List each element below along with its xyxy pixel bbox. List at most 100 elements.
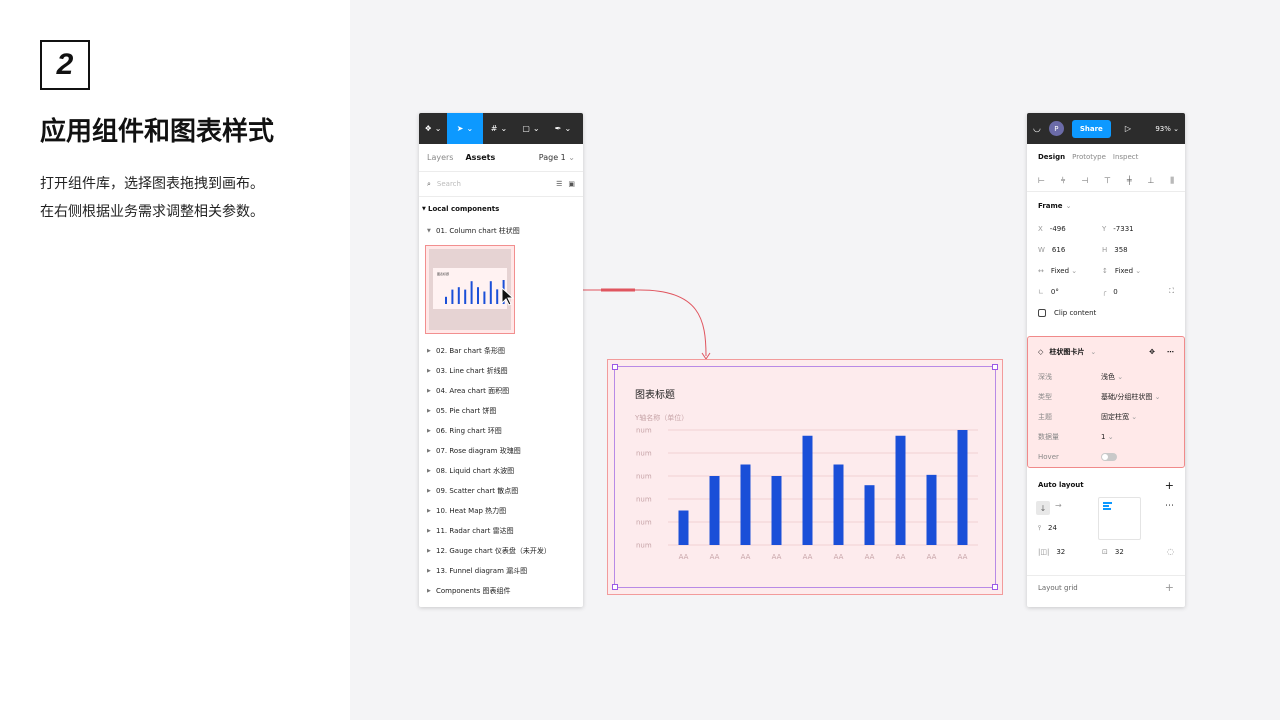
variant-property-row[interactable]: 主题 固定柱宽 ⌄ (1028, 407, 1184, 427)
frame-tool-button[interactable]: # ⌄ (483, 113, 515, 144)
align-center-v-icon[interactable]: ╪ (1127, 176, 1132, 185)
radius-field[interactable]: 0 (1113, 288, 1117, 296)
caret-right-icon: ▶ (427, 488, 431, 494)
spacing-field[interactable]: 24 (1048, 524, 1057, 533)
add-icon[interactable]: + (1165, 479, 1174, 492)
width-mode-select[interactable]: Fixed ⌄ (1051, 267, 1077, 275)
vertical-padding-control[interactable]: ⊡ 32 (1102, 548, 1124, 556)
component-group-item[interactable]: ▶ 02. Bar chart 条形图 (427, 341, 583, 361)
component-group-item[interactable]: ▶ Components 图表组件 (427, 581, 583, 601)
thumbnail-bar (457, 287, 460, 304)
page-selector[interactable]: Page 1 ⌄ (539, 153, 575, 162)
variant-property-row[interactable]: 数据量 1 ⌄ (1028, 427, 1184, 447)
height-mode-select[interactable]: Fixed ⌄ (1115, 267, 1141, 275)
variant-property-row[interactable]: 深浅 浅色 ⌄ (1028, 367, 1184, 387)
variant-property-key: Hover (1038, 453, 1059, 461)
shape-tool-button[interactable]: ▢ ⌄ (515, 113, 547, 144)
share-button[interactable]: Share (1071, 119, 1111, 138)
search-input[interactable]: Search (437, 180, 461, 188)
align-right-icon[interactable]: ⊣ (1081, 176, 1088, 185)
chart-bar (709, 476, 720, 545)
component-group-item[interactable]: ▶ 09. Scatter chart 散点图 (427, 481, 583, 501)
resize-handle-bottom-left[interactable] (612, 584, 618, 590)
tab-layers[interactable]: Layers (427, 153, 453, 162)
expand-corners-icon[interactable]: ⛶ (1169, 287, 1174, 296)
go-to-main-component-icon[interactable]: ✥ (1149, 348, 1155, 356)
more-options-icon[interactable]: ⋯ (1165, 501, 1174, 511)
component-group-item[interactable]: ▶ 12. Gauge chart 仪表盘（未开发） (427, 541, 583, 561)
hover-toggle[interactable] (1101, 453, 1117, 461)
more-options-icon[interactable]: ⋯ (1167, 348, 1174, 356)
column-chart-card-frame[interactable]: 图表标题 Y轴名称（单位） num num num num num num AA AA AA AA… (607, 359, 1003, 595)
component-group-item[interactable]: ▶ 03. Line chart 折线图 (427, 361, 583, 381)
resize-handle-top-left[interactable] (612, 364, 618, 370)
local-components-header[interactable]: ▼ Local components (419, 197, 583, 221)
asset-search[interactable]: ⌕ Search ☰ ▣ (419, 172, 583, 197)
add-icon[interactable]: + (1165, 581, 1174, 594)
component-group-item[interactable]: ▶ 08. Liquid chart 水波图 (427, 461, 583, 481)
component-group-label: Components 图表组件 (436, 587, 511, 595)
headphones-icon[interactable]: ◡ (1033, 124, 1041, 134)
list-view-icon[interactable]: ☰ (556, 180, 562, 188)
variant-property-row[interactable]: 类型 基础/分组柱状图 ⌄ (1028, 387, 1184, 407)
variant-property-select[interactable]: 1 ⌄ (1101, 433, 1114, 441)
component-group-item[interactable]: ▶ 13. Funnel diagram 漏斗图 (427, 561, 583, 581)
variant-property-select[interactable]: 固定柱宽 ⌄ (1101, 412, 1137, 422)
tab-inspect[interactable]: Inspect (1113, 153, 1139, 161)
independent-padding-icon[interactable]: ◌ (1167, 547, 1174, 556)
figma-menu-button[interactable]: ❖ ⌄ (419, 113, 447, 144)
chevron-down-icon: ⌄ (1105, 433, 1114, 441)
tab-design[interactable]: Design (1038, 153, 1065, 161)
vertical-direction-icon[interactable]: ↓ (1036, 501, 1050, 515)
w-label: W (1038, 245, 1045, 254)
component-group-column-chart[interactable]: ▼ 01. Column chart 柱状图 (419, 221, 583, 241)
component-group-item[interactable]: ▶ 05. Pie chart 饼图 (427, 401, 583, 421)
resize-handle-top-right[interactable] (992, 364, 998, 370)
horizontal-padding-field[interactable]: 32 (1056, 548, 1065, 556)
component-group-item[interactable]: ▶ 11. Radar chart 雷达图 (427, 521, 583, 541)
component-group-item[interactable]: ▶ 10. Heat Map 热力图 (427, 501, 583, 521)
align-center-h-icon[interactable]: ⫩ (1061, 176, 1066, 186)
play-icon[interactable]: ▷ (1125, 124, 1131, 133)
caret-right-icon: ▶ (427, 388, 431, 394)
frame-section-title[interactable]: Frame ⌄ (1027, 194, 1185, 218)
horizontal-padding-control[interactable]: |◫| 32 (1038, 548, 1065, 556)
tab-prototype[interactable]: Prototype (1072, 153, 1106, 161)
align-top-icon[interactable]: ⊤ (1104, 176, 1111, 185)
vertical-padding-field[interactable]: 32 (1115, 548, 1124, 556)
avatar[interactable]: P (1048, 121, 1064, 136)
component-group-label: 08. Liquid chart 水波图 (436, 467, 515, 475)
component-group-label: 13. Funnel diagram 漏斗图 (436, 567, 528, 575)
library-icon[interactable]: ▣ (568, 180, 575, 188)
align-left-icon[interactable]: ⊢ (1038, 176, 1045, 185)
caret-right-icon: ▶ (427, 568, 431, 574)
variant-property-select[interactable]: 基础/分组柱状图 ⌄ (1101, 392, 1160, 402)
component-group-label: 05. Pie chart 饼图 (436, 407, 497, 415)
layout-grid-section: Layout grid + (1027, 575, 1185, 599)
tab-assets[interactable]: Assets (465, 153, 495, 162)
distribute-icon[interactable]: ⫼ (1170, 176, 1174, 186)
horizontal-direction-icon[interactable]: → (1055, 501, 1062, 510)
move-tool-button[interactable]: ➤ ⌄ (447, 113, 483, 144)
zoom-selector[interactable]: 93% ⌄ (1155, 125, 1179, 133)
clip-content-row[interactable]: Clip content (1027, 302, 1185, 323)
component-group-item[interactable]: ▶ 04. Area chart 面积图 (427, 381, 583, 401)
width-field[interactable]: 616 (1052, 246, 1065, 254)
component-group-label: 06. Ring chart 环图 (436, 427, 502, 435)
component-group-item[interactable]: ▶ 06. Ring chart 环图 (427, 421, 583, 441)
clip-content-checkbox[interactable] (1038, 308, 1046, 317)
spacing-control[interactable]: ⫯ 24 (1038, 524, 1057, 533)
height-field[interactable]: 358 (1114, 246, 1127, 254)
x-field[interactable]: -496 (1050, 225, 1066, 233)
variant-property-select[interactable]: 浅色 ⌄ (1101, 372, 1123, 382)
resize-handle-bottom-right[interactable] (992, 584, 998, 590)
component-group-item[interactable]: ▶ 07. Rose diagram 玫瑰图 (427, 441, 583, 461)
align-bottom-icon[interactable]: ⊥ (1147, 176, 1154, 185)
rotation-field[interactable]: 0° (1051, 288, 1059, 296)
variant-header[interactable]: ◇ 柱状图卡片 ⌄ ✥ ⋯ (1028, 337, 1184, 367)
alignment-grid[interactable] (1098, 497, 1141, 540)
component-group-label: 07. Rose diagram 玫瑰图 (436, 447, 521, 455)
y-field[interactable]: -7331 (1113, 225, 1133, 233)
variant-property-row[interactable]: Hover (1028, 447, 1184, 467)
pen-tool-button[interactable]: ✒ ⌄ (547, 113, 579, 144)
